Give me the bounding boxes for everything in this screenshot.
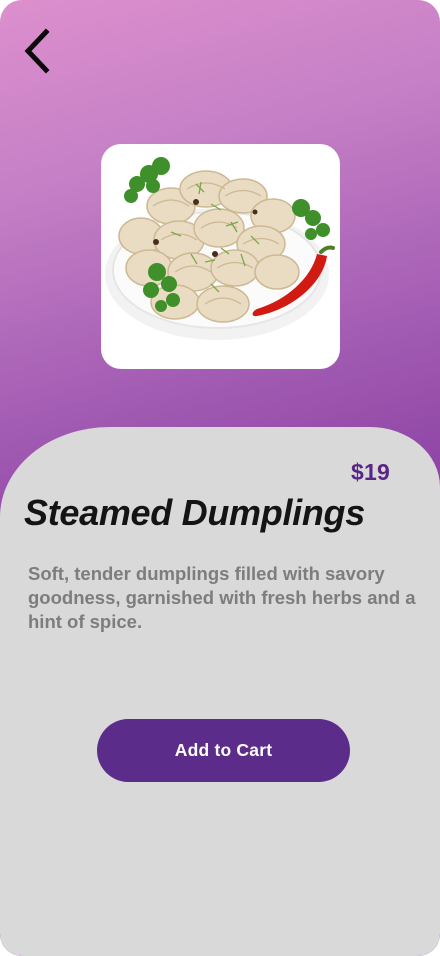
- back-button[interactable]: [18, 26, 58, 76]
- product-title: Steamed Dumplings: [24, 492, 365, 533]
- chevron-left-icon: [24, 28, 50, 74]
- dumplings-plate-image: [105, 157, 335, 340]
- add-to-cart-label: Add to Cart: [174, 740, 273, 760]
- product-description: Soft, tender dumplings filled with savor…: [28, 563, 416, 632]
- product-image: [101, 144, 340, 369]
- add-to-cart-button[interactable]: Add to Cart: [97, 719, 350, 782]
- product-price: $19: [351, 459, 390, 485]
- product-detail-screen: $19 Steamed Dumplings Soft, tender dumpl…: [0, 0, 440, 956]
